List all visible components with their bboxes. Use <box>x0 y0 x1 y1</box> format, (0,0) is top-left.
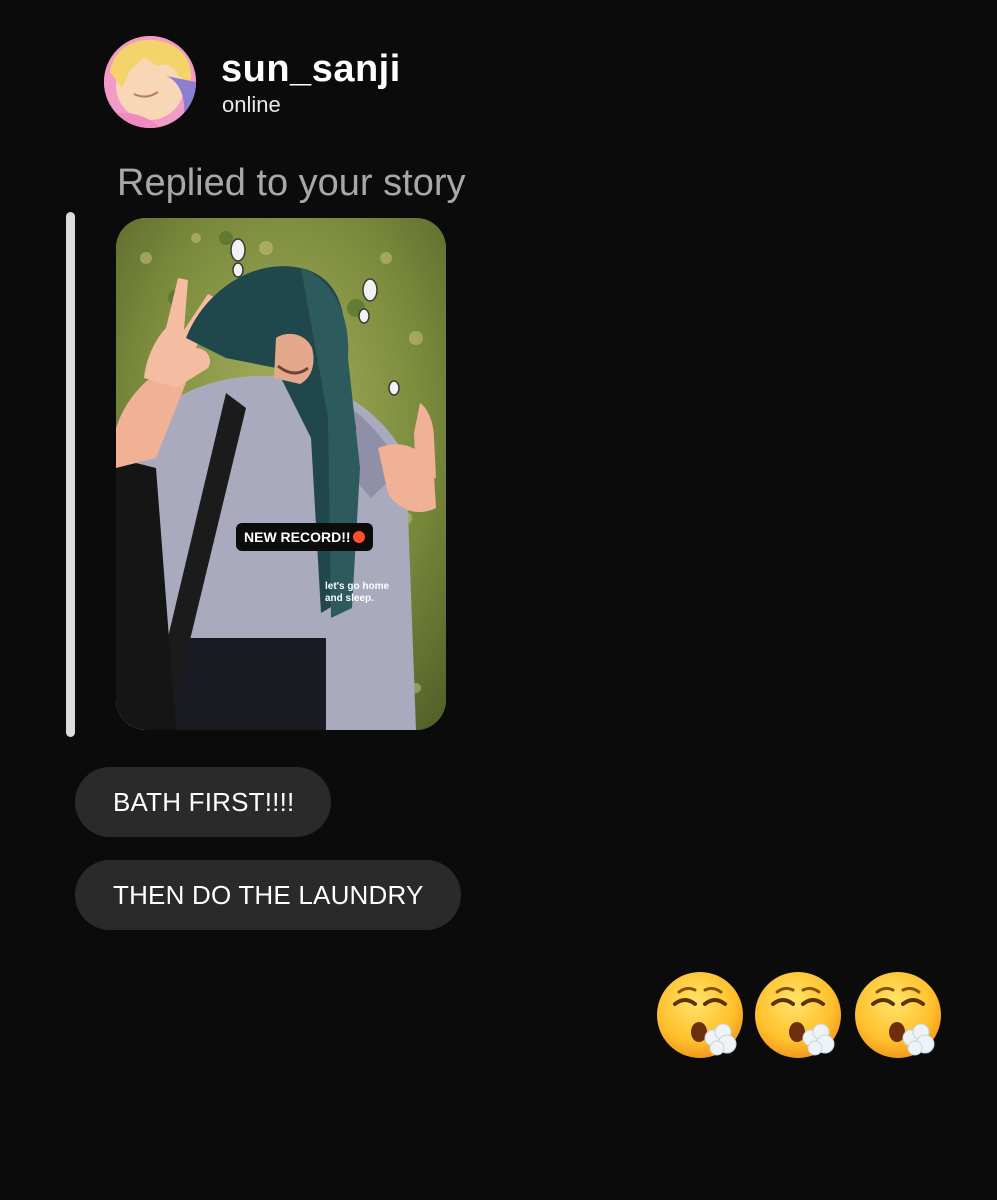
story-sticker: NEW RECORD!! <box>236 523 373 551</box>
angry-face-icon <box>352 531 365 543</box>
avatar[interactable] <box>104 36 196 128</box>
message-bubble[interactable]: THEN DO THE LAUNDRY <box>75 860 461 930</box>
reply-indicator-bar <box>66 212 75 737</box>
exhaling-face-icon <box>853 970 943 1060</box>
username[interactable]: sun_sanji <box>221 46 401 92</box>
emoji-message[interactable] <box>655 970 945 1060</box>
online-status: online <box>222 92 281 117</box>
story-thumbnail[interactable]: NEW RECORD!! let's go home and sleep. <box>116 218 446 730</box>
exhaling-face-icon <box>753 970 843 1060</box>
exhaling-face-icon <box>655 970 745 1060</box>
story-reply-label: Replied to your story <box>117 162 466 204</box>
story-illustration <box>116 218 446 730</box>
story-caption: let's go home and sleep. <box>325 581 390 604</box>
message-bubble[interactable]: BATH FIRST!!!! <box>75 767 332 837</box>
avatar-image <box>104 36 196 128</box>
